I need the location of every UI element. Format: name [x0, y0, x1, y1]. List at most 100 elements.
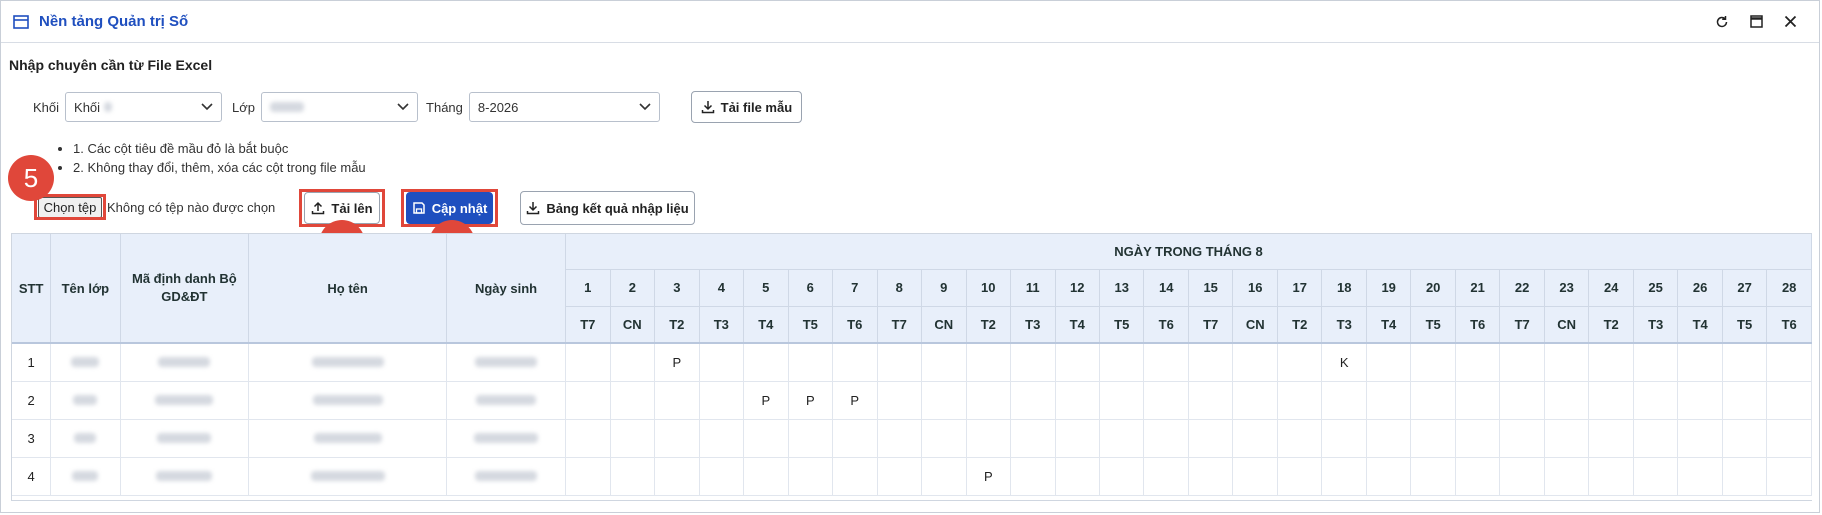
cell-attendance[interactable]	[788, 457, 834, 496]
cell-attendance[interactable]	[1722, 457, 1768, 496]
cell-attendance[interactable]	[1366, 381, 1412, 420]
cell-attendance[interactable]	[1544, 381, 1590, 420]
download-template-button[interactable]: Tải file mẫu	[690, 91, 802, 123]
cell-attendance[interactable]	[1099, 419, 1145, 458]
cell-attendance[interactable]	[1410, 381, 1456, 420]
cell-attendance[interactable]	[832, 343, 878, 382]
cell-attendance[interactable]	[1366, 343, 1412, 382]
cell-attendance[interactable]	[921, 343, 967, 382]
cell-attendance[interactable]	[1633, 419, 1679, 458]
cell-attendance[interactable]	[788, 343, 834, 382]
cell-attendance[interactable]	[1633, 343, 1679, 382]
attendance-table-container[interactable]: STT Tên lớp Mã định danh Bộ GD&ĐT Họ tên…	[11, 233, 1812, 501]
cell-attendance[interactable]	[1010, 381, 1056, 420]
cell-attendance[interactable]: P	[654, 343, 700, 382]
cell-attendance[interactable]	[1410, 419, 1456, 458]
cell-attendance[interactable]	[699, 343, 745, 382]
table-row[interactable]: 2PPP	[12, 381, 1812, 420]
cell-attendance[interactable]	[966, 381, 1012, 420]
cell-attendance[interactable]	[699, 419, 745, 458]
cell-attendance[interactable]	[743, 457, 789, 496]
cell-attendance[interactable]	[1277, 457, 1323, 496]
cell-attendance[interactable]	[921, 381, 967, 420]
cell-attendance[interactable]	[610, 457, 656, 496]
cell-attendance[interactable]: P	[966, 457, 1012, 496]
cell-attendance[interactable]	[1055, 419, 1100, 458]
cell-attendance[interactable]	[1232, 381, 1278, 420]
lop-select[interactable]	[261, 92, 419, 122]
close-button[interactable]	[1773, 6, 1807, 38]
cell-attendance[interactable]	[1099, 457, 1145, 496]
khoi-select[interactable]: Khối	[65, 92, 223, 122]
cell-attendance[interactable]	[1677, 343, 1723, 382]
cell-attendance[interactable]	[1188, 457, 1234, 496]
cell-attendance[interactable]	[654, 457, 700, 496]
cell-attendance[interactable]	[1099, 343, 1145, 382]
cell-attendance[interactable]	[1188, 381, 1234, 420]
cell-attendance[interactable]	[699, 381, 745, 420]
cell-attendance[interactable]	[1499, 457, 1545, 496]
cell-attendance[interactable]	[966, 343, 1012, 382]
cell-attendance[interactable]	[743, 343, 789, 382]
cell-attendance[interactable]	[1499, 419, 1545, 458]
cell-attendance[interactable]	[1499, 381, 1545, 420]
table-row[interactable]: 4P	[12, 457, 1812, 496]
cell-attendance[interactable]	[1188, 419, 1234, 458]
cell-attendance[interactable]: P	[743, 381, 789, 420]
cell-attendance[interactable]	[565, 419, 611, 458]
cell-attendance[interactable]	[1633, 381, 1679, 420]
cell-attendance[interactable]	[1410, 343, 1456, 382]
cell-attendance[interactable]	[1143, 419, 1189, 458]
cell-attendance[interactable]	[1588, 381, 1634, 420]
cell-attendance[interactable]	[1499, 343, 1545, 382]
cell-attendance[interactable]	[1143, 343, 1189, 382]
cell-attendance[interactable]	[1677, 457, 1723, 496]
cell-attendance[interactable]	[1722, 419, 1768, 458]
cell-attendance[interactable]	[1188, 343, 1234, 382]
cell-attendance[interactable]	[1277, 381, 1323, 420]
cell-attendance[interactable]	[1321, 457, 1367, 496]
cell-attendance[interactable]	[1766, 343, 1812, 382]
cell-attendance[interactable]	[1143, 457, 1189, 496]
cell-attendance[interactable]	[921, 419, 967, 458]
cell-attendance[interactable]	[1544, 343, 1590, 382]
maximize-button[interactable]	[1739, 6, 1773, 38]
cell-attendance[interactable]	[654, 381, 700, 420]
cell-attendance[interactable]	[565, 381, 611, 420]
cell-attendance[interactable]	[1055, 343, 1100, 382]
cell-attendance[interactable]: P	[788, 381, 834, 420]
cell-attendance[interactable]	[1055, 457, 1100, 496]
cell-attendance[interactable]	[1410, 457, 1456, 496]
cell-attendance[interactable]	[1455, 343, 1501, 382]
cell-attendance[interactable]	[1010, 457, 1056, 496]
cell-attendance[interactable]	[1588, 457, 1634, 496]
cell-attendance[interactable]	[1677, 419, 1723, 458]
cell-attendance[interactable]	[1722, 343, 1768, 382]
cell-attendance[interactable]	[699, 457, 745, 496]
cell-attendance[interactable]	[1099, 381, 1145, 420]
cell-attendance[interactable]	[1455, 457, 1501, 496]
cell-attendance[interactable]	[1455, 419, 1501, 458]
cell-attendance[interactable]	[877, 381, 922, 420]
cell-attendance[interactable]	[610, 419, 656, 458]
cell-attendance[interactable]	[1766, 457, 1812, 496]
cell-attendance[interactable]	[1277, 419, 1323, 458]
cell-attendance[interactable]	[654, 419, 700, 458]
cell-attendance[interactable]	[832, 457, 878, 496]
result-table-button[interactable]: Bảng kết quả nhập liệu	[520, 191, 695, 225]
cell-attendance[interactable]	[1321, 381, 1367, 420]
cell-attendance[interactable]	[877, 457, 922, 496]
cell-attendance[interactable]	[1633, 457, 1679, 496]
cell-attendance[interactable]	[877, 343, 922, 382]
cell-attendance[interactable]	[1321, 419, 1367, 458]
cell-attendance[interactable]	[1277, 343, 1323, 382]
cell-attendance[interactable]	[565, 343, 611, 382]
cell-attendance[interactable]	[1010, 343, 1056, 382]
table-row[interactable]: 3	[12, 419, 1812, 458]
cell-attendance[interactable]	[1366, 457, 1412, 496]
cell-attendance[interactable]	[1766, 419, 1812, 458]
cell-attendance[interactable]	[610, 343, 656, 382]
cell-attendance[interactable]	[1588, 343, 1634, 382]
table-row[interactable]: 1 P K	[12, 343, 1812, 382]
cell-attendance[interactable]: P	[832, 381, 878, 420]
